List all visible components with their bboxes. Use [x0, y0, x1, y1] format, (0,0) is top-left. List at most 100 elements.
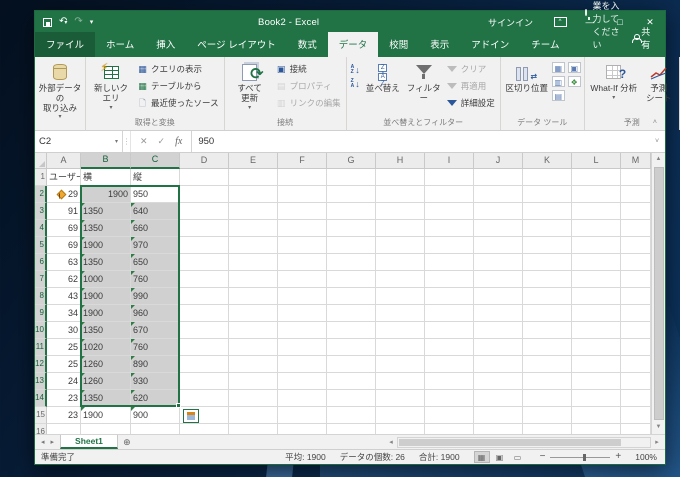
cell-K2[interactable]	[523, 186, 572, 203]
cell-A7[interactable]: 62	[47, 271, 81, 288]
cell-J3[interactable]	[474, 203, 523, 220]
cell-K7[interactable]	[523, 271, 572, 288]
cancel-icon[interactable]: ✕	[140, 136, 148, 147]
vertical-scrollbar[interactable]: ▲ ▼	[651, 153, 665, 434]
cell-I6[interactable]	[425, 254, 474, 271]
ribbon-tab-アドイン[interactable]: アドイン	[460, 32, 520, 57]
cell-M6[interactable]	[621, 254, 651, 271]
row-header-6[interactable]: 6	[35, 254, 47, 271]
ribbon-tab-ファイル[interactable]: ファイル	[35, 32, 96, 57]
cell-M16[interactable]	[621, 424, 651, 434]
new-query-button[interactable]: ⚡ 新しいク エリ ▾	[89, 59, 133, 116]
ribbon-tab-表示[interactable]: 表示	[419, 32, 460, 57]
cell-B12[interactable]: 1260	[81, 356, 131, 373]
column-header-E[interactable]: E	[229, 153, 278, 169]
cell-M8[interactable]	[621, 288, 651, 305]
cell-I3[interactable]	[425, 203, 474, 220]
cell-K4[interactable]	[523, 220, 572, 237]
cell-B4[interactable]: 1350	[81, 220, 131, 237]
row-header-12[interactable]: 12	[35, 356, 47, 373]
cell-B5[interactable]: 1900	[81, 237, 131, 254]
cell-G12[interactable]	[327, 356, 376, 373]
cell-K5[interactable]	[523, 237, 572, 254]
cell-G1[interactable]	[327, 169, 376, 186]
cell-H12[interactable]	[376, 356, 425, 373]
cell-J13[interactable]	[474, 373, 523, 390]
column-header-K[interactable]: K	[523, 153, 572, 169]
cell-B3[interactable]: 1350	[81, 203, 131, 220]
cell-I15[interactable]	[425, 407, 474, 424]
cell-K8[interactable]	[523, 288, 572, 305]
data-validation-icon[interactable]: ▤	[551, 90, 565, 101]
cell-A8[interactable]: 43	[47, 288, 81, 305]
cell-K9[interactable]	[523, 305, 572, 322]
cell-J14[interactable]	[474, 390, 523, 407]
cell-I14[interactable]	[425, 390, 474, 407]
name-box-dropdown-icon[interactable]: ▾	[115, 138, 118, 145]
cell-E10[interactable]	[229, 322, 278, 339]
sheet-nav-right-icon[interactable]: ▸	[51, 438, 55, 446]
cell-J5[interactable]	[474, 237, 523, 254]
cell-L15[interactable]	[572, 407, 621, 424]
cell-H10[interactable]	[376, 322, 425, 339]
row-header-13[interactable]: 13	[35, 373, 47, 390]
cell-L8[interactable]	[572, 288, 621, 305]
sort-descending-button[interactable]: Z A ↓	[350, 77, 361, 90]
cell-F3[interactable]	[278, 203, 327, 220]
cell-B7[interactable]: 1000	[81, 271, 131, 288]
cell-K3[interactable]	[523, 203, 572, 220]
cell-I12[interactable]	[425, 356, 474, 373]
cell-L14[interactable]	[572, 390, 621, 407]
row-header-8[interactable]: 8	[35, 288, 47, 305]
consolidate-icon[interactable]: ▣	[567, 62, 581, 73]
cell-E4[interactable]	[229, 220, 278, 237]
remove-duplicates-icon[interactable]: ▥	[551, 76, 565, 87]
cell-H7[interactable]	[376, 271, 425, 288]
cell-A6[interactable]: 63	[47, 254, 81, 271]
cell-A5[interactable]: 69	[47, 237, 81, 254]
column-header-D[interactable]: D	[180, 153, 229, 169]
cell-G14[interactable]	[327, 390, 376, 407]
cell-J4[interactable]	[474, 220, 523, 237]
cell-E2[interactable]	[229, 186, 278, 203]
cell-F11[interactable]	[278, 339, 327, 356]
enter-icon[interactable]: ✓	[158, 136, 166, 147]
column-header-I[interactable]: I	[425, 153, 474, 169]
column-header-M[interactable]: M	[621, 153, 651, 169]
cell-M13[interactable]	[621, 373, 651, 390]
cell-C9[interactable]: 960	[131, 305, 180, 322]
row-header-3[interactable]: 3	[35, 203, 47, 220]
cell-A10[interactable]: 30	[47, 322, 81, 339]
show-queries-button[interactable]: ▦ クエリの表示	[135, 61, 221, 77]
scroll-down-icon[interactable]: ▼	[656, 421, 662, 434]
cell-B6[interactable]: 1350	[81, 254, 131, 271]
cell-J1[interactable]	[474, 169, 523, 186]
cell-J16[interactable]	[474, 424, 523, 434]
cell-I2[interactable]	[425, 186, 474, 203]
cell-I7[interactable]	[425, 271, 474, 288]
cell-E5[interactable]	[229, 237, 278, 254]
cell-G16[interactable]	[327, 424, 376, 434]
horizontal-scroll-thumb[interactable]	[399, 438, 621, 446]
quick-analysis-button[interactable]	[183, 409, 199, 423]
cell-F10[interactable]	[278, 322, 327, 339]
cell-D1[interactable]	[180, 169, 229, 186]
column-header-C[interactable]: C	[131, 153, 180, 169]
error-checking-icon[interactable]	[56, 189, 67, 200]
column-header-B[interactable]: B	[81, 153, 131, 169]
cell-G3[interactable]	[327, 203, 376, 220]
scroll-right-icon[interactable]: ▸	[651, 438, 663, 446]
cell-H1[interactable]	[376, 169, 425, 186]
column-header-H[interactable]: H	[376, 153, 425, 169]
cell-C7[interactable]: 760	[131, 271, 180, 288]
row-header-2[interactable]: 2	[35, 186, 47, 203]
cell-K6[interactable]	[523, 254, 572, 271]
normal-view-button[interactable]: ▦	[473, 451, 490, 463]
cell-E15[interactable]	[229, 407, 278, 424]
cell-K11[interactable]	[523, 339, 572, 356]
cell-G10[interactable]	[327, 322, 376, 339]
advanced-filter-button[interactable]: 詳細設定	[445, 95, 497, 111]
row-header-1[interactable]: 1	[35, 169, 47, 186]
cell-H5[interactable]	[376, 237, 425, 254]
cell-C8[interactable]: 990	[131, 288, 180, 305]
